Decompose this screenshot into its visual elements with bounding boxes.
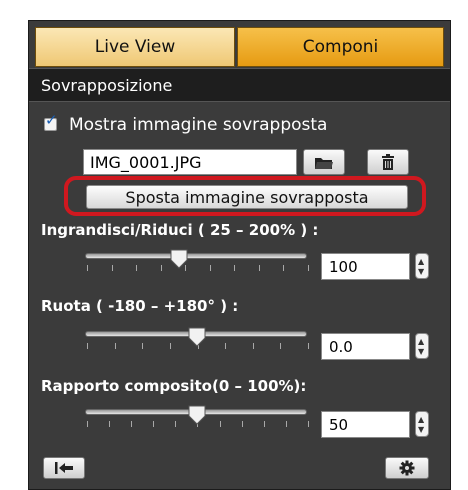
rotate-label: Ruota ( -180 – +180° ) : [41, 297, 239, 315]
stepper-down-icon: ▼ [418, 267, 425, 276]
composite-value-field[interactable]: 50 [321, 411, 410, 438]
show-overlay-label: Mostra immagine sovrapposta [69, 115, 328, 135]
section-header: Sovrapposizione [29, 68, 450, 102]
composite-stepper[interactable]: ▲ ▼ [415, 411, 429, 437]
checkmark-icon: ✓ [45, 111, 58, 129]
overlay-filename-field[interactable]: IMG_0001.JPG [83, 149, 297, 175]
delete-button[interactable] [367, 149, 409, 175]
zoom-slider-thumb[interactable] [169, 249, 189, 269]
highlight-box [64, 176, 426, 216]
tab-compose-label: Componi [302, 37, 379, 57]
rotate-value-field[interactable]: 0.0 [321, 333, 410, 360]
tab-live-view[interactable]: Live View [35, 27, 235, 67]
stepper-up-icon: ▲ [418, 337, 425, 346]
composite-label: Rapporto composito(0 – 100%): [41, 377, 307, 395]
folder-icon [315, 157, 333, 169]
zoom-stepper[interactable]: ▲ ▼ [415, 253, 429, 279]
settings-button[interactable] [385, 457, 429, 479]
composite-slider-thumb[interactable] [187, 405, 207, 425]
zoom-value-field[interactable]: 100 [321, 253, 410, 280]
stepper-up-icon: ▲ [418, 257, 425, 266]
section-title: Sovrapposizione [41, 75, 173, 95]
zoom-ticks [87, 265, 309, 273]
trash-icon [382, 154, 394, 170]
zoom-label: Ingrandisci/Riduci ( 25 – 200% ) : [41, 221, 319, 239]
gear-icon [399, 460, 415, 476]
stepper-up-icon: ▲ [418, 415, 425, 424]
show-overlay-checkbox[interactable]: ✓ [44, 113, 58, 131]
zoom-slider-track[interactable] [85, 253, 307, 259]
stepper-down-icon: ▼ [418, 425, 425, 434]
tab-compose[interactable]: Componi [237, 27, 444, 67]
reset-button[interactable] [43, 457, 85, 479]
open-folder-button[interactable] [303, 149, 345, 175]
rotate-slider-thumb[interactable] [187, 327, 207, 347]
rotate-stepper[interactable]: ▲ ▼ [415, 333, 429, 359]
stepper-down-icon: ▼ [418, 347, 425, 356]
reset-icon [55, 462, 73, 474]
tab-live-view-label: Live View [94, 37, 176, 57]
overlay-panel: Live View Componi Sovrapposizione ✓ Most… [28, 20, 451, 490]
